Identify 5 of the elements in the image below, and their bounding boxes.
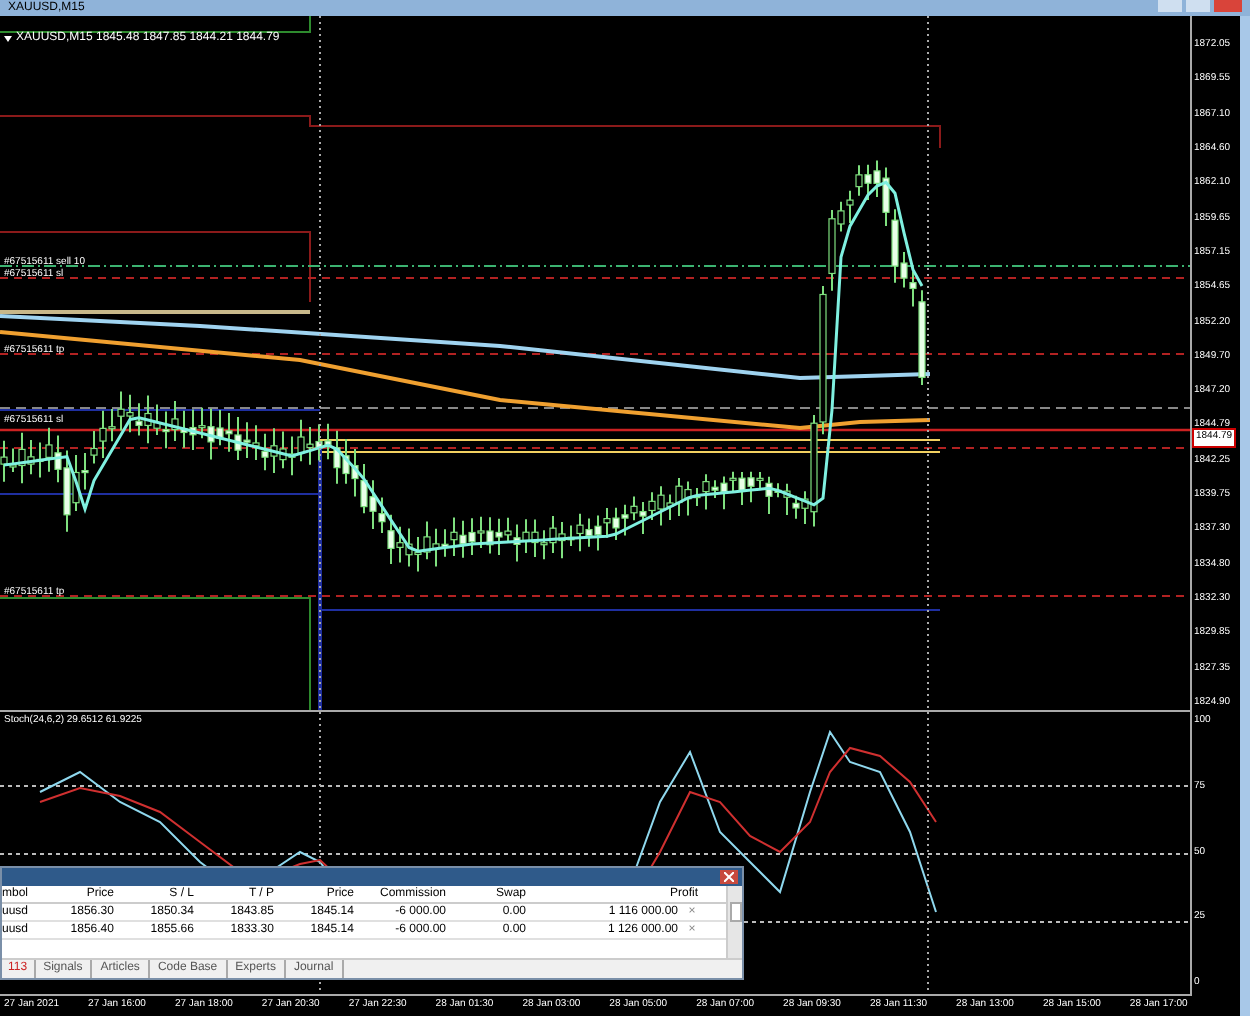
dropdown-icon[interactable] [4, 36, 12, 42]
scroll-thumb[interactable] [729, 902, 741, 922]
scrollbar[interactable] [726, 886, 742, 958]
close-icon [724, 872, 734, 882]
close-button[interactable] [720, 870, 738, 884]
